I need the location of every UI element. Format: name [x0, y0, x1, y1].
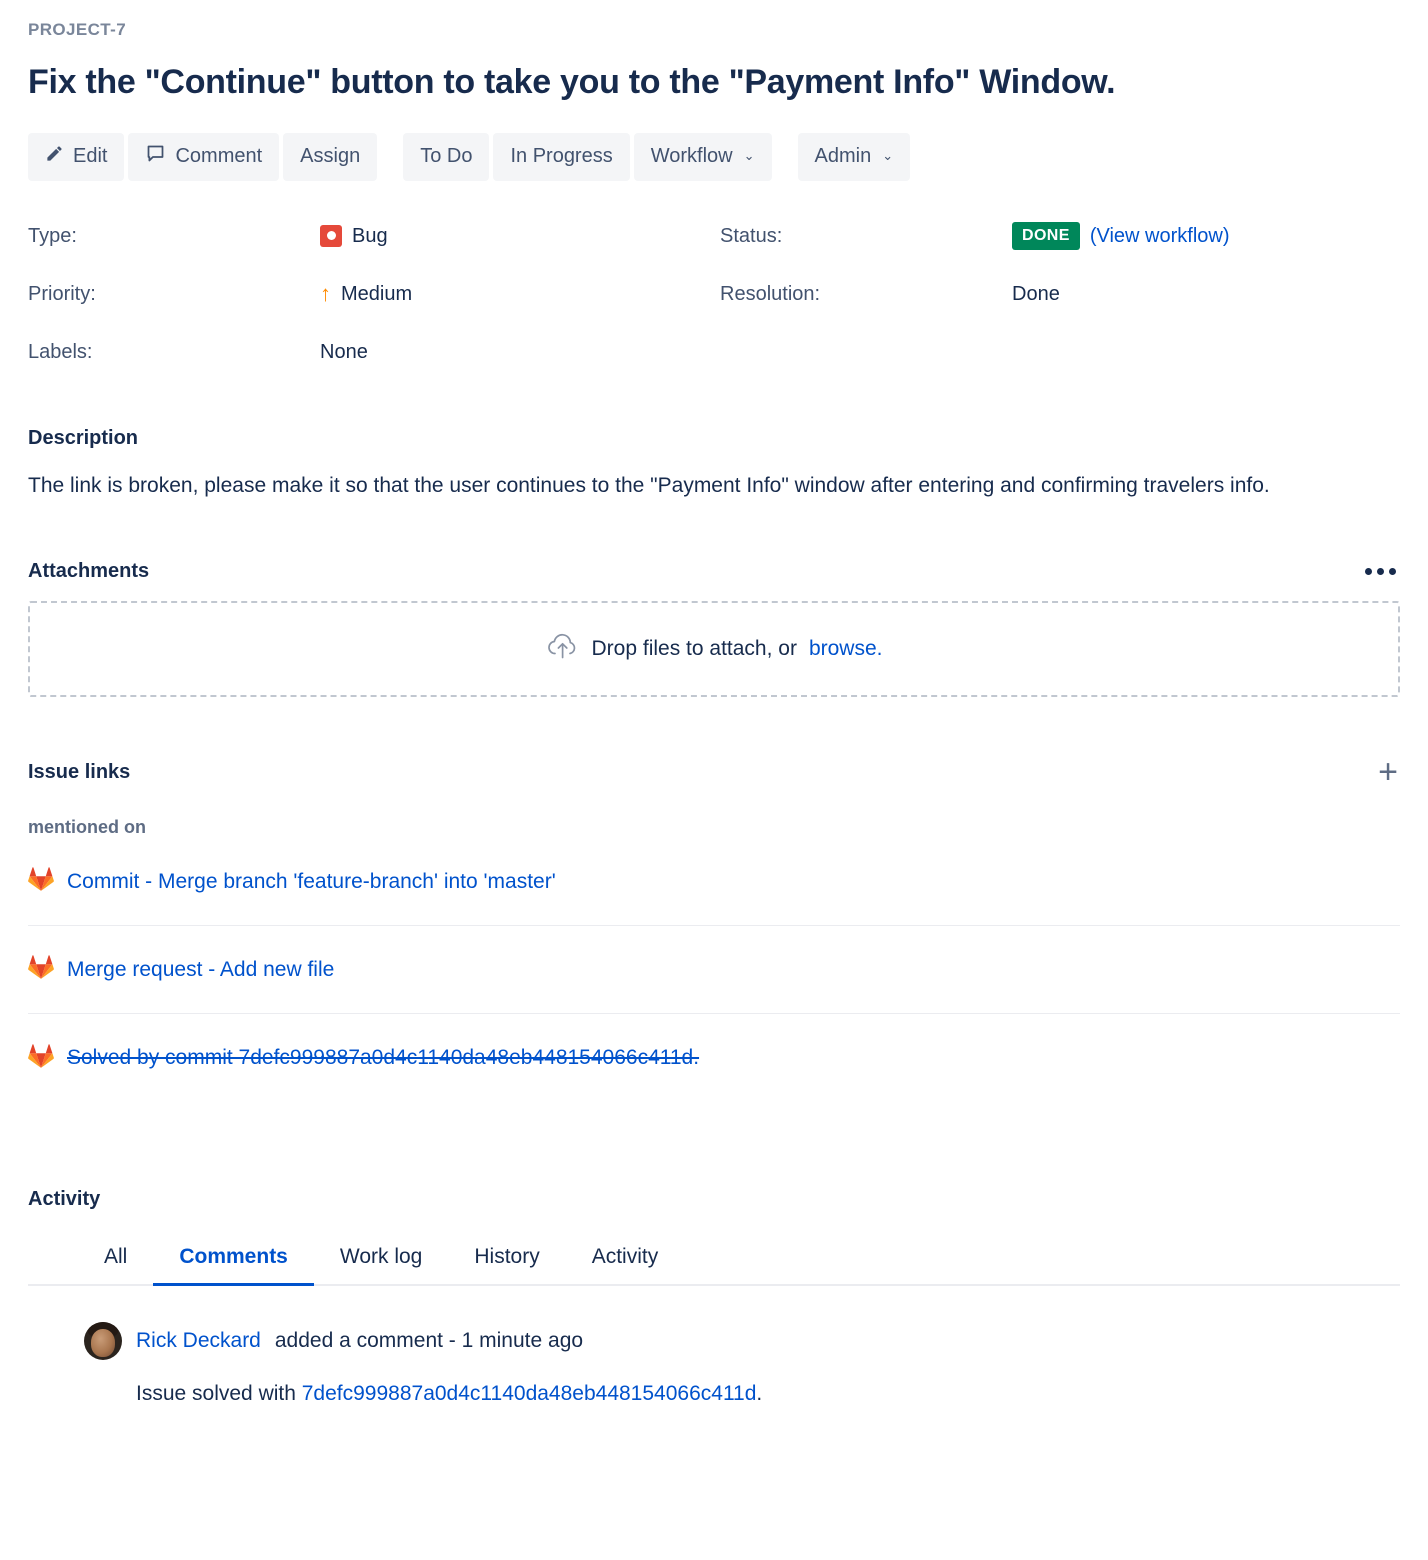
status-field-label: Status:: [720, 224, 783, 247]
status-field-value: DONE (View workflow): [1012, 207, 1400, 265]
description-section: Description The link is broken, please m…: [28, 427, 1400, 503]
more-options-icon[interactable]: [1361, 562, 1400, 581]
chevron-down-icon[interactable]: ⌄: [28, 1322, 97, 1366]
gitlab-icon: [28, 866, 54, 897]
todo-button-label: To Do: [420, 145, 473, 168]
issue-detail-page: PROJECT-7 Fix the "Continue" button to t…: [0, 0, 1428, 1560]
tab-work-log[interactable]: Work log: [314, 1235, 448, 1286]
assign-button[interactable]: Assign: [283, 132, 378, 181]
attachments-header-row: Attachments: [28, 560, 1400, 583]
pencil-icon: [45, 144, 64, 169]
toolbar-transition-group: To Do In Progress Workflow ⌄: [403, 132, 772, 181]
issue-link-text-resolved[interactable]: Solved by commit 7defc999887a0d4c1140da4…: [67, 1046, 699, 1070]
comment-body: Rick Deckard added a comment - 1 minute …: [84, 1322, 1400, 1406]
activity-section: Activity All Comments Work log History A…: [28, 1188, 1400, 1406]
add-link-plus-icon[interactable]: +: [1376, 755, 1400, 789]
edit-button[interactable]: Edit: [28, 132, 125, 181]
tab-activity[interactable]: Activity: [566, 1235, 685, 1286]
issue-link-text[interactable]: Merge request - Add new file: [67, 958, 334, 982]
status-badge: DONE: [1012, 221, 1080, 250]
breadcrumb[interactable]: PROJECT-7: [28, 0, 1400, 40]
priority-field-label: Priority:: [28, 282, 96, 305]
priority-up-arrow-icon: ↑: [320, 280, 331, 306]
comment-button-label: Comment: [175, 145, 263, 168]
attachments-section: Attachments Drop files to attach, or bro…: [28, 560, 1400, 698]
comment-header: Rick Deckard added a comment - 1 minute …: [84, 1322, 1400, 1361]
commit-hash-link[interactable]: 7defc999887a0d4c1140da48eb448154066c411d: [302, 1382, 757, 1405]
activity-heading: Activity: [28, 1188, 101, 1211]
issue-links-section: Issue links + mentioned on Commit - Merg…: [28, 755, 1400, 1102]
chevron-down-icon: ⌄: [882, 147, 894, 163]
comment-text-suffix: .: [756, 1382, 763, 1406]
issue-links-heading: Issue links: [28, 760, 131, 783]
labels-field-value: None: [320, 340, 368, 363]
priority-value-text: Medium: [341, 282, 413, 305]
description-body: The link is broken, please make it so th…: [28, 473, 1270, 497]
comment-meta: added a comment - 1 minute ago: [274, 1329, 584, 1353]
activity-tabs: All Comments Work log History Activity: [28, 1235, 1400, 1287]
issue-link-text[interactable]: Commit - Merge branch 'feature-branch' i…: [67, 870, 556, 894]
comment-button[interactable]: Comment: [128, 132, 280, 181]
labels-field-label: Labels:: [28, 340, 93, 363]
comment-bubble-icon: [145, 143, 166, 170]
list-item: Commit - Merge branch 'feature-branch' i…: [28, 838, 1400, 927]
list-item: Solved by commit 7defc999887a0d4c1140da4…: [28, 1014, 1400, 1102]
chevron-down-icon: ⌄: [743, 147, 755, 163]
view-workflow-link[interactable]: (View workflow): [1090, 207, 1230, 265]
dropzone-text: Drop files to attach, or: [591, 637, 797, 661]
tab-all[interactable]: All: [78, 1235, 153, 1286]
issue-fields: Type: Bug Status: DONE (View workflow) P…: [28, 207, 1400, 381]
tab-comments[interactable]: Comments: [153, 1235, 314, 1287]
todo-transition-button[interactable]: To Do: [403, 132, 490, 181]
in-progress-button-label: In Progress: [510, 145, 613, 168]
attachment-dropzone[interactable]: Drop files to attach, or browse.: [28, 601, 1400, 698]
toolbar-primary-group: Edit Comment Assign: [28, 132, 378, 181]
cloud-upload-icon: [546, 632, 580, 666]
workflow-button-label: Workflow: [650, 145, 733, 168]
type-field-label: Type:: [28, 224, 77, 247]
description-heading: Description: [28, 426, 139, 449]
list-item: Merge request - Add new file: [28, 926, 1400, 1015]
resolution-field-value: Done: [1012, 282, 1060, 305]
bug-icon: [320, 224, 342, 247]
issue-toolbar: Edit Comment Assign To Do In Progress Wo…: [28, 132, 1400, 181]
browse-link[interactable]: browse.: [809, 637, 883, 661]
type-value-text: Bug: [352, 224, 388, 247]
avatar[interactable]: [84, 1322, 122, 1361]
page-title: Fix the "Continue" button to take you to…: [28, 63, 1116, 101]
edit-button-label: Edit: [73, 145, 108, 168]
comment-author-link[interactable]: Rick Deckard: [136, 1329, 261, 1353]
priority-field-value: ↑ Medium: [320, 265, 720, 323]
workflow-menu-button[interactable]: Workflow ⌄: [633, 132, 772, 181]
in-progress-transition-button[interactable]: In Progress: [493, 132, 630, 181]
gitlab-icon: [28, 1043, 54, 1074]
issue-links-header-row: Issue links +: [28, 755, 1400, 789]
admin-button-label: Admin: [814, 145, 872, 168]
admin-menu-button[interactable]: Admin ⌄: [797, 132, 911, 181]
gitlab-icon: [28, 954, 54, 985]
attachments-heading: Attachments: [28, 560, 150, 583]
type-field-value: Bug: [320, 207, 720, 265]
toolbar-admin-group: Admin ⌄: [797, 132, 911, 181]
tab-history[interactable]: History: [448, 1235, 565, 1286]
link-group-label: mentioned on: [28, 817, 146, 838]
comment-text-prefix: Issue solved with: [136, 1382, 302, 1406]
resolution-field-label: Resolution:: [720, 282, 821, 305]
assign-button-label: Assign: [300, 145, 361, 168]
comment-item: ⌄ Rick Deckard added a comment - 1 minut…: [28, 1322, 1400, 1406]
comment-text: Issue solved with 7defc999887a0d4c1140da…: [136, 1382, 1400, 1406]
